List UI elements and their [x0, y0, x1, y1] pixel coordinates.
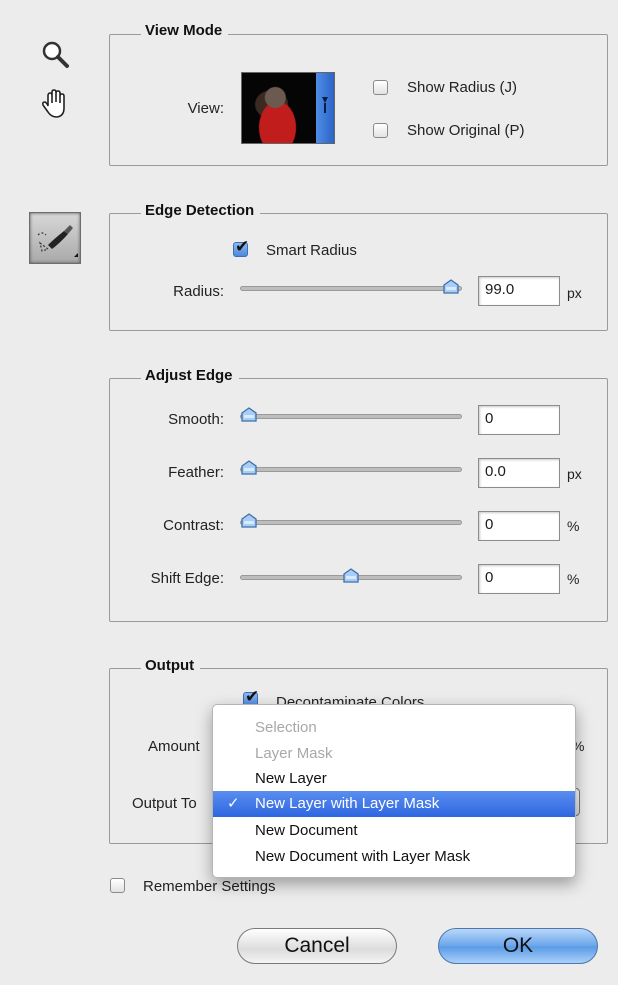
hand-tool[interactable] [38, 86, 74, 122]
menu-item-selection: Selection [213, 715, 575, 741]
menu-item-new-layer-with-layer-mask[interactable]: ✓ New Layer with Layer Mask [213, 791, 575, 817]
output-title: Output [141, 657, 201, 674]
menu-item-label: New Document with Layer Mask [255, 848, 471, 865]
view-dropdown-arrow[interactable] [316, 73, 334, 143]
shift-edge-unit: % [567, 571, 580, 587]
output-to-menu: Selection Layer Mask New Layer ✓ New Laye… [212, 704, 576, 878]
radius-input[interactable]: 99.0 [478, 276, 560, 306]
show-original-checkbox[interactable] [373, 123, 388, 138]
slider-thumb-icon [241, 407, 257, 422]
smooth-slider-thumb[interactable] [240, 407, 258, 423]
zoom-tool[interactable] [38, 38, 74, 74]
menu-item-new-layer[interactable]: New Layer [213, 766, 575, 792]
amount-label: Amount [148, 738, 200, 755]
feather-unit: px [567, 466, 582, 482]
contrast-slider-thumb[interactable] [240, 513, 258, 529]
smooth-slider-track[interactable] [240, 414, 462, 419]
contrast-unit: % [567, 518, 580, 534]
menu-item-label: Layer Mask [255, 745, 333, 762]
slider-thumb-icon [241, 513, 257, 528]
menu-item-label: New Layer with Layer Mask [255, 795, 440, 812]
remember-settings-checkbox[interactable] [110, 878, 125, 893]
refine-radius-tool-button[interactable] [29, 212, 81, 264]
refine-radius-brush-icon [37, 225, 78, 257]
hand-icon [41, 89, 65, 118]
menu-item-new-document[interactable]: New Document [213, 818, 575, 844]
slider-thumb-icon [241, 460, 257, 475]
menu-item-new-document-with-layer-mask[interactable]: New Document with Layer Mask [213, 844, 575, 870]
chevron-down-icon [322, 97, 328, 113]
view-preview-thumbnail [242, 73, 316, 143]
radius-slider-thumb[interactable] [442, 279, 460, 295]
radius-unit: px [567, 285, 582, 301]
smart-radius-label: Smart Radius [266, 242, 357, 259]
edge-detection-group [109, 213, 608, 331]
view-mode-dropdown[interactable] [241, 72, 335, 144]
feather-slider-thumb[interactable] [240, 460, 258, 476]
menu-item-label: New Document [255, 822, 358, 839]
slider-thumb-icon [343, 568, 359, 583]
radius-slider-track[interactable] [240, 286, 462, 291]
radius-label: Radius: [173, 283, 224, 300]
feather-slider-track[interactable] [240, 467, 462, 472]
smooth-label: Smooth: [168, 411, 224, 428]
magnifier-icon [42, 41, 69, 68]
show-radius-checkbox[interactable] [373, 80, 388, 95]
shift-edge-input[interactable]: 0 [478, 564, 560, 594]
smart-radius-checkbox[interactable] [233, 237, 249, 257]
contrast-slider-track[interactable] [240, 520, 462, 525]
shift-edge-slider-thumb[interactable] [342, 568, 360, 584]
contrast-input[interactable]: 0 [478, 511, 560, 541]
smooth-input[interactable]: 0 [478, 405, 560, 435]
view-mode-title: View Mode [141, 22, 229, 39]
checkmark-icon: ✓ [227, 795, 240, 812]
feather-label: Feather: [168, 464, 224, 481]
feather-input[interactable]: 0.0 [478, 458, 560, 488]
edge-detection-title: Edge Detection [141, 202, 261, 219]
slider-thumb-icon [443, 279, 459, 294]
menu-item-label: New Layer [255, 770, 327, 787]
cancel-button[interactable]: Cancel [237, 928, 397, 964]
view-label: View: [187, 100, 224, 117]
output-to-label: Output To [132, 795, 197, 812]
adjust-edge-title: Adjust Edge [141, 367, 239, 384]
menu-item-layer-mask: Layer Mask [213, 741, 575, 767]
show-original-label: Show Original (P) [407, 122, 525, 139]
contrast-label: Contrast: [163, 517, 224, 534]
menu-item-label: Selection [255, 719, 317, 736]
remember-settings-label: Remember Settings [143, 878, 276, 895]
show-radius-label: Show Radius (J) [407, 79, 518, 96]
shift-edge-label: Shift Edge: [150, 570, 224, 587]
ok-button[interactable]: OK [438, 928, 598, 964]
